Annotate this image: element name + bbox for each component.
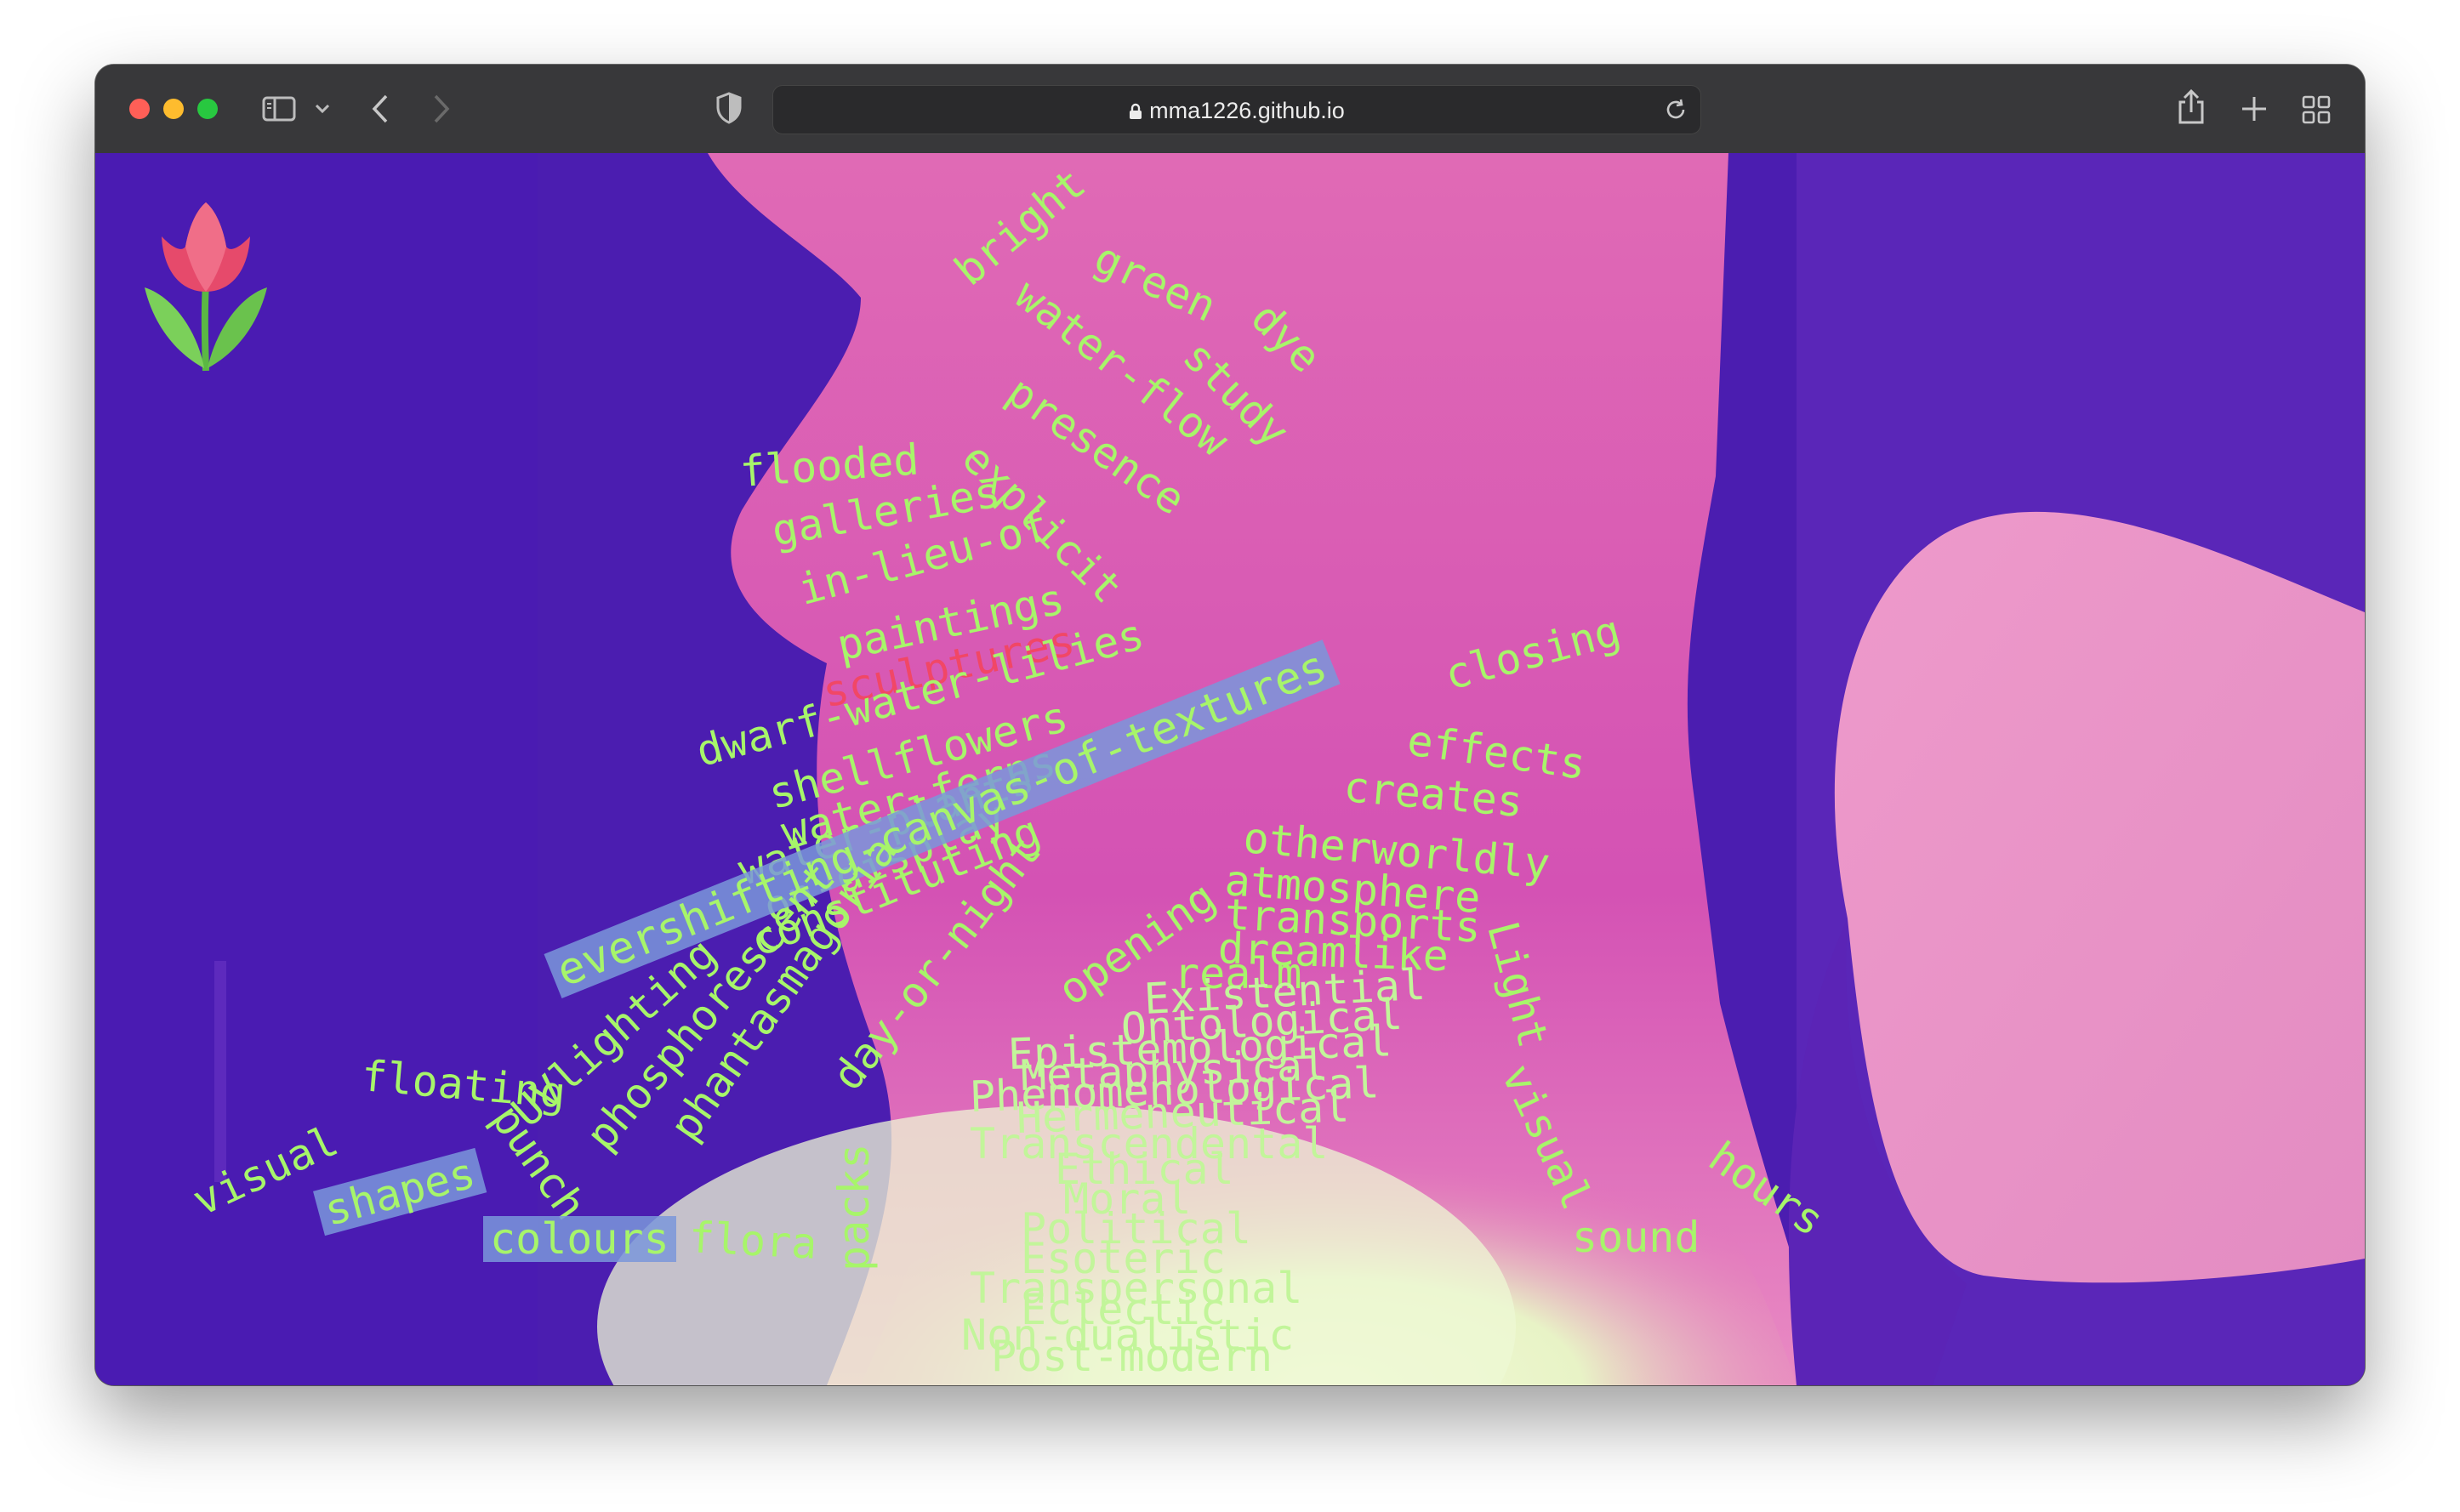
plus-icon[interactable] xyxy=(2241,95,2268,122)
forward-icon[interactable] xyxy=(432,94,451,124)
tulip-icon[interactable] xyxy=(138,202,274,372)
lock-icon xyxy=(1130,103,1142,119)
share-icon[interactable] xyxy=(2176,88,2207,126)
word-cloud-item[interactable]: sound xyxy=(1572,1216,1700,1259)
sidebar-icon[interactable] xyxy=(262,95,296,122)
word-cloud-item[interactable]: colours xyxy=(483,1216,676,1262)
word-cloud-item[interactable]: packs xyxy=(829,1143,879,1271)
url-label: mma1226.github.io xyxy=(1149,98,1345,123)
word-cloud-item[interactable]: Post-modern xyxy=(991,1335,1273,1378)
browser-toolbar: mma1226.github.io xyxy=(95,65,2365,155)
minimize-window-button[interactable] xyxy=(163,99,184,119)
page-content: bright green dye water-flow study presence flo… xyxy=(95,153,2365,1385)
back-icon[interactable] xyxy=(371,94,390,124)
address-bar[interactable]: mma1226.github.io xyxy=(772,85,1701,134)
zoom-window-button[interactable] xyxy=(197,99,218,119)
tab-overview-icon[interactable] xyxy=(2302,95,2331,124)
chevron-down-icon[interactable] xyxy=(315,104,330,114)
word-cloud-item[interactable]: flora xyxy=(687,1213,817,1269)
browser-window: mma1226.github.io bright green dye water… xyxy=(95,65,2365,1385)
shield-icon[interactable] xyxy=(716,92,742,124)
url-text: mma1226.github.io xyxy=(773,98,1700,124)
reload-icon[interactable] xyxy=(1663,97,1688,122)
close-window-button[interactable] xyxy=(129,99,150,119)
